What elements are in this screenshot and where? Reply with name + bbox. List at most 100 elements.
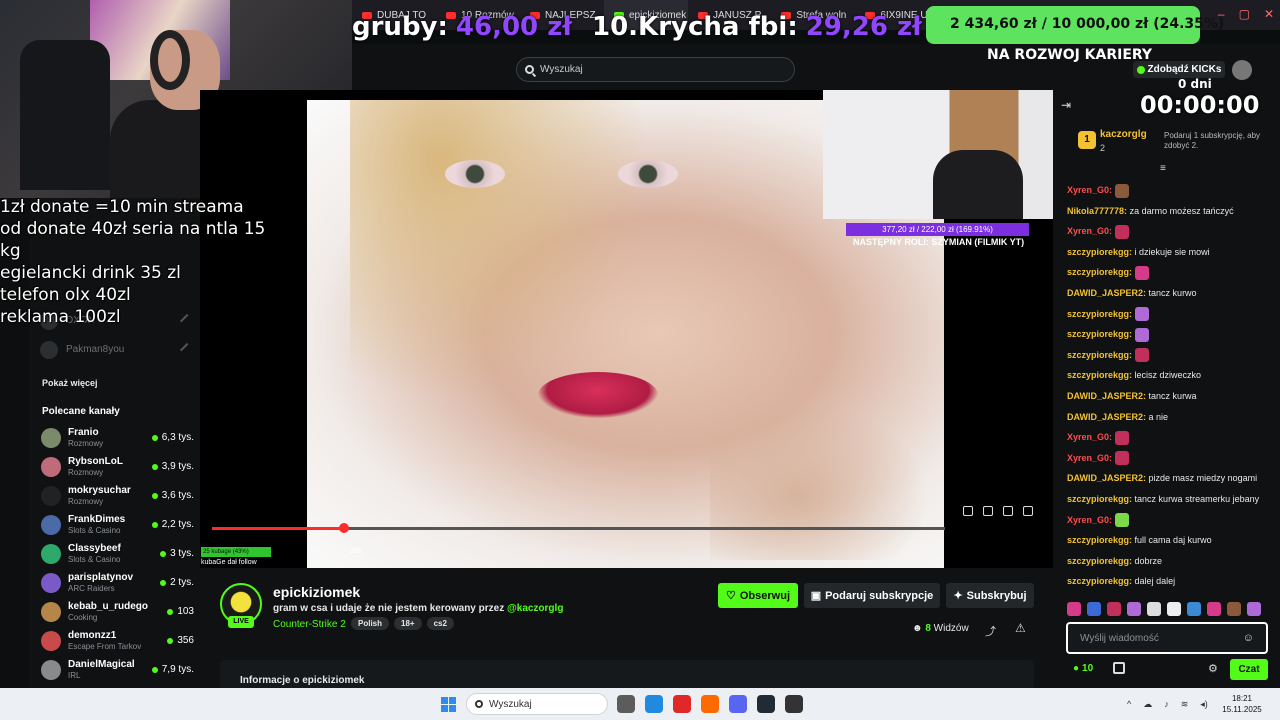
chevron-up-icon[interactable]: ^ <box>1127 699 1131 710</box>
chat-username[interactable]: Xyren_G0: <box>1067 515 1112 525</box>
chat-username[interactable]: szczypiorekgg: <box>1067 535 1132 545</box>
share-icon[interactable]: ⤴ <box>985 623 996 639</box>
sidebar-item-rybsonlol[interactable]: RybsonLoL Rozmowy 3,9 tys. <box>30 452 202 481</box>
chat-username[interactable]: szczypiorekgg: <box>1067 329 1132 339</box>
emote-icon[interactable] <box>1167 602 1181 616</box>
search-input[interactable]: Wyszukaj <box>516 57 795 82</box>
stream-category[interactable]: Counter-Strike 2 <box>273 619 346 630</box>
app-icon[interactable] <box>729 695 747 713</box>
mic-icon[interactable]: ♪ <box>1164 699 1169 710</box>
emote-icon[interactable] <box>1207 602 1221 616</box>
sidebar-offline-channel[interactable]: Pakman8you <box>30 335 202 364</box>
show-more-link[interactable]: Pokaż więcej <box>30 364 202 394</box>
sidebar-item-classybeef[interactable]: Classybeef Slots & Casino 3 tys. <box>30 539 202 568</box>
chat-username[interactable]: szczypiorekgg: <box>1067 247 1132 257</box>
collapse-chat-icon[interactable]: ⇥ <box>1061 98 1071 112</box>
close-icon[interactable]: ✕ <box>1264 7 1274 21</box>
emote-icon[interactable] <box>1187 602 1201 616</box>
browser-tab[interactable]: 10 Rozmów <box>436 0 520 30</box>
taskbar-search[interactable]: Wyszukaj <box>466 693 608 715</box>
chat-username[interactable]: DAWID_JASPER2: <box>1067 412 1146 422</box>
emoji-icon[interactable]: ☺ <box>1243 632 1254 644</box>
stream-tag[interactable]: cs2 <box>426 617 454 630</box>
browser-tab[interactable]: JANUSZ P <box>688 0 771 30</box>
chat-username[interactable]: szczypiorekgg: <box>1067 556 1132 566</box>
chat-filter-icon[interactable]: ≡ <box>1160 163 1166 174</box>
emote-icon[interactable] <box>1147 602 1161 616</box>
windows-start-icon[interactable] <box>441 697 456 712</box>
clock[interactable]: 18:21 15.11.2025 <box>1220 693 1264 715</box>
browser-tab[interactable]: epickiziomek Stre <box>604 0 688 30</box>
sidebar-item-mokrysuchar[interactable]: mokrysuchar Rozmowy 3,6 tys. <box>30 481 202 510</box>
wifi-icon[interactable]: ≋ <box>1181 699 1189 710</box>
user-avatar[interactable] <box>1232 60 1252 80</box>
sidebar-item-parisplatynov[interactable]: parisplatynov ARC Raiders 2 tys. <box>30 568 202 597</box>
chat-username[interactable]: Nikola777778: <box>1067 206 1127 216</box>
viewers-label: Widzów <box>933 623 969 634</box>
chat-input[interactable]: Wyślij wiadomość ☺ <box>1066 622 1268 654</box>
sidebar-item-frankdimes[interactable]: FrankDimes Slots & Casino 2,2 tys. <box>30 510 202 539</box>
channel-name[interactable]: epickiziomek <box>273 584 360 600</box>
chat-username[interactable]: szczypiorekgg: <box>1067 350 1132 360</box>
chat-username[interactable]: szczypiorekgg: <box>1067 494 1132 504</box>
leader-name[interactable]: kaczorglg <box>1100 129 1147 140</box>
chat-username[interactable]: szczypiorekgg: <box>1067 576 1132 586</box>
app-icon[interactable] <box>757 695 775 713</box>
volume-icon[interactable]: ◂) <box>1200 699 1208 710</box>
comment-icon[interactable] <box>1003 506 1013 516</box>
app-icon[interactable] <box>617 695 635 713</box>
stream-tag[interactable]: Polish <box>351 617 390 630</box>
chat-username[interactable]: szczypiorekgg: <box>1067 370 1132 380</box>
chat-username[interactable]: DAWID_JASPER2: <box>1067 473 1146 483</box>
emote-icon[interactable] <box>1227 602 1241 616</box>
chat-username[interactable]: szczypiorekgg: <box>1067 309 1132 319</box>
leader-prompt[interactable]: Podaruj 1 subskrypcję, aby zdobyć 2. <box>1164 131 1264 151</box>
dislike-icon[interactable] <box>983 506 993 516</box>
browser-tab[interactable]: NAJLEPSZ <box>520 0 604 30</box>
stream-tag[interactable]: 18+ <box>394 617 422 630</box>
app-icon[interactable] <box>701 695 719 713</box>
emote-icon[interactable] <box>1107 602 1121 616</box>
chat-username[interactable]: DAWID_JASPER2: <box>1067 288 1146 298</box>
browser-tab[interactable]: Strefa woln <box>771 0 855 30</box>
chat-username[interactable]: DAWID_JASPER2: <box>1067 391 1146 401</box>
send-chat-button[interactable]: Czat <box>1230 659 1268 680</box>
subscribe-button[interactable]: ✦ Subskrybuj <box>946 583 1034 608</box>
app-icon[interactable] <box>645 695 663 713</box>
report-icon[interactable]: ⚠ <box>1015 621 1026 635</box>
get-kicks-button[interactable]: Zdobądź KICKs <box>1133 61 1225 78</box>
stream-title-mention[interactable]: @kaczorglg <box>507 603 563 614</box>
cloud-icon[interactable]: ☁ <box>1143 699 1152 710</box>
emote-icon[interactable] <box>1127 602 1141 616</box>
like-icon[interactable] <box>963 506 973 516</box>
sidebar-item-demonzz1[interactable]: demonzz1 Escape From Tarkov 356 <box>30 626 202 655</box>
app-icon[interactable] <box>673 695 691 713</box>
gift-icon[interactable] <box>1113 662 1125 674</box>
progress-knob[interactable] <box>339 523 349 533</box>
gift-subs-button[interactable]: ▣ Podaruj subskrypcje <box>804 583 940 608</box>
maximize-icon[interactable]: ▢ <box>1239 7 1250 21</box>
channel-text: kebab_u_rudego Cooking <box>68 601 160 623</box>
chat-username[interactable]: Xyren_G0: <box>1067 432 1112 442</box>
kicks-balance[interactable]: ● 10 <box>1073 663 1093 674</box>
taskbar-apps <box>617 695 803 713</box>
chat-username[interactable]: szczypiorekgg: <box>1067 267 1132 277</box>
sidebar-item-franio[interactable]: Franio Rozmowy 6,3 tys. <box>30 423 202 452</box>
sidebar-item-kebab_u_rudego[interactable]: kebab_u_rudego Cooking 103 <box>30 597 202 626</box>
emote-icon[interactable] <box>1087 602 1101 616</box>
video-player[interactable]: 377,20 zł / 222,00 zł (169.91%) NASTĘPNY… <box>200 90 1053 568</box>
channel-text: demonzz1 Escape From Tarkov <box>68 630 160 652</box>
app-icon[interactable] <box>785 695 803 713</box>
video-progress-bar[interactable] <box>212 523 945 533</box>
emote-icon[interactable] <box>1067 602 1081 616</box>
browser-tab[interactable]: DUBAJ TO <box>352 0 436 30</box>
chat-username[interactable]: Xyren_G0: <box>1067 185 1112 195</box>
sidebar-item-danielmagical[interactable]: DanielMagical IRL 7,9 tys. <box>30 655 202 684</box>
heart-icon: ♡ <box>726 590 736 602</box>
gear-icon[interactable]: ⚙ <box>1208 662 1218 675</box>
chat-username[interactable]: Xyren_G0: <box>1067 226 1112 236</box>
chat-username[interactable]: Xyren_G0: <box>1067 453 1112 463</box>
follow-button[interactable]: ♡ Obserwuj <box>718 583 798 608</box>
share-icon[interactable] <box>1023 506 1033 516</box>
emote-icon[interactable] <box>1247 602 1261 616</box>
